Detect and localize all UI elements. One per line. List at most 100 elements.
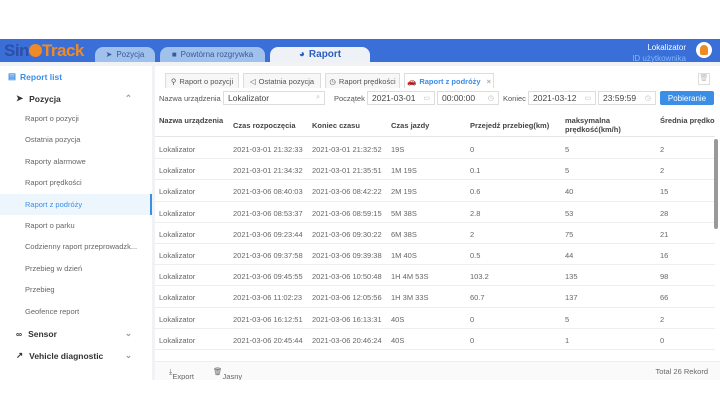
table-footer: ⤓ Export 🗑 Jasny Total 26 Rekord	[155, 361, 720, 380]
table-cell: 2M 19S	[391, 187, 417, 197]
sidebar-group-vehicle[interactable]: ↗ Vehicle diagnostic ⌄	[0, 345, 152, 366]
app: Sin Track ➤ Pozycja ■ Powtórna rozgrywka ◕ R…	[0, 39, 720, 380]
table-cell: 2021-03-06 12:05:56	[312, 293, 382, 303]
end-date-input[interactable]: 2021-03-12 ▭	[528, 91, 596, 105]
table-header: Nazwa urządzenia Czas rozpoczęcia Koniec…	[155, 109, 715, 137]
table-cell: 6M 38S	[391, 229, 417, 239]
sidebar-item[interactable]: Raport prędkości	[0, 172, 152, 193]
table-cell: 16	[660, 251, 669, 260]
table-cell: 75	[565, 229, 574, 239]
trash-icon[interactable]: 🗑	[698, 73, 710, 85]
table-cell: 5	[565, 166, 570, 176]
sidebar-item[interactable]: Codzienny raport przeprowadzk...	[0, 236, 152, 257]
table-cell: 2021-03-06 10:50:48	[312, 272, 382, 282]
navigation-icon: ◁	[249, 76, 256, 86]
close-icon[interactable]: ×	[487, 77, 491, 86]
sidebar-group-pozycja[interactable]: ➤ Pozycja ⌃	[0, 88, 152, 109]
table-cell: 2021-03-06 16:12:51	[233, 314, 303, 324]
sidebar-group-sensor[interactable]: ∞ Sensor ⌄	[0, 323, 152, 344]
table-row[interactable]: Lokalizator 2021-03-06 08:53:37 2021-03-06…	[155, 202, 715, 223]
col-header[interactable]: maksymalna prędkość(km/h)	[565, 116, 657, 134]
start-date-input[interactable]: 2021-03-01 ▭	[367, 91, 435, 105]
sidebar-item[interactable]: Raporty alarmowe	[0, 151, 152, 172]
clock-icon: ◷	[487, 95, 494, 102]
table-cell: 15	[660, 187, 669, 197]
report-panel: ⚲ Raport o pozycji ◁ Ostatnia pozycja ◷ Rap…	[155, 66, 720, 380]
link-icon: ∞	[16, 328, 23, 339]
report-tab[interactable]: ⚲ Raport o pozycji	[165, 73, 239, 88]
table-row[interactable]: Lokalizator 2021-03-06 09:45:55 2021-03-06…	[155, 265, 715, 287]
video-icon: ■	[171, 50, 177, 59]
table-cell: Lokalizator	[159, 314, 196, 324]
table-row[interactable]: Lokalizator 2021-03-06 09:37:58 2021-03-06…	[155, 244, 715, 266]
col-header[interactable]: Koniec czasu	[312, 121, 360, 130]
table-cell: 1H 3M 33S	[391, 293, 429, 303]
export-button[interactable]: ⤓ Export	[169, 367, 194, 380]
table-cell: 2021-03-06 16:13:31	[312, 314, 382, 324]
end-time-input[interactable]: 23:59:59 ◷	[598, 91, 656, 105]
tab-raport[interactable]: ◕ Raport	[270, 47, 370, 62]
table-cell: 2021-03-06 09:30:22	[312, 229, 382, 239]
car-icon: 🚗	[407, 76, 417, 86]
clear-button[interactable]: 🗑 Jasny	[213, 367, 242, 380]
table-cell: 28	[660, 208, 669, 218]
top-bar: Sin Track ➤ Pozycja ■ Powtórna rozgrywka ◕ R…	[0, 39, 720, 64]
table-cell: 2021-03-06 09:39:38	[312, 251, 382, 260]
avatar[interactable]	[696, 42, 712, 58]
tab-pozycja[interactable]: ➤ Pozycja	[95, 47, 155, 62]
sidebar-item[interactable]: Geofence report	[0, 301, 152, 322]
col-header[interactable]: Przejedź przebieg(km)	[470, 121, 549, 130]
table-cell: 1M 19S	[391, 166, 417, 176]
table-row[interactable]: Lokalizator 2021-03-01 21:34:32 2021-03-01…	[155, 159, 715, 181]
device-input[interactable]: Lokalizator ⌕	[223, 91, 325, 105]
table-cell: 103.2	[470, 272, 489, 282]
send-icon: ➤	[105, 50, 113, 59]
table-row[interactable]: Lokalizator 2021-03-06 20:45:44 2021-03-06…	[155, 329, 715, 350]
table-cell: 137	[565, 293, 578, 303]
report-tab-active[interactable]: 🚗 Raport z podróży ×	[404, 73, 494, 88]
sidebar-item[interactable]: Raport o pozycji	[0, 108, 152, 129]
table-cell: 2021-03-06 08:53:37	[233, 208, 303, 218]
user-info[interactable]: Lokalizator ID użytkownika	[632, 42, 686, 64]
sidebar-item-active[interactable]: Raport z podróży	[0, 194, 152, 215]
sidebar-item[interactable]: Raport o parku	[0, 215, 152, 236]
table-cell: 2021-03-01 21:35:51	[312, 166, 382, 176]
table-cell: 2021-03-06 09:37:58	[233, 251, 303, 260]
clock-icon: ◷	[329, 76, 336, 86]
sidebar-item[interactable]: Przebieg w dzień	[0, 258, 152, 279]
report-tab[interactable]: ◁ Ostatnia pozycja	[243, 73, 321, 88]
table-row[interactable]: Lokalizator 2021-03-06 09:23:44 2021-03-06…	[155, 223, 715, 244]
col-header[interactable]: Nazwa urządzenia	[159, 116, 229, 125]
table-cell: 0.1	[470, 166, 481, 176]
download-button[interactable]: Pobieranie	[660, 91, 714, 105]
vertical-scrollbar[interactable]	[714, 139, 718, 229]
pin-icon: ⚲	[170, 76, 177, 86]
start-time-input[interactable]: 00:00:00 ◷	[437, 91, 499, 105]
chevron-down-icon: ⌄	[124, 328, 132, 338]
col-header[interactable]: Średnia prędkość	[660, 116, 715, 125]
report-tab[interactable]: ◷ Raport prędkości	[325, 73, 400, 88]
col-header[interactable]: Czas rozpoczęcia	[233, 121, 296, 130]
list-icon: ▤	[8, 71, 17, 81]
table-row[interactable]: Lokalizator 2021-03-06 08:40:03 2021-03-06…	[155, 180, 715, 202]
table-cell: 2021-03-06 08:40:03	[233, 187, 303, 197]
table-cell: Lokalizator	[159, 335, 196, 345]
chevron-down-icon: ⌄	[124, 350, 132, 360]
tab-replay[interactable]: ■ Powtórna rozgrywka	[160, 47, 265, 62]
table-cell: 2021-03-06 08:59:15	[312, 208, 382, 218]
table-cell: 2021-03-01 21:34:32	[233, 166, 303, 176]
table-cell: 2021-03-06 09:23:44	[233, 229, 303, 239]
table-row[interactable]: Lokalizator 2021-03-06 11:02:23 2021-03-06…	[155, 286, 715, 308]
table-cell: 44	[565, 251, 574, 260]
table-cell: Lokalizator	[159, 229, 196, 239]
clock-icon: ◷	[644, 95, 651, 102]
table-row[interactable]: Lokalizator 2021-03-01 21:32:33 2021-03-01…	[155, 138, 715, 160]
sidebar-item[interactable]: Przebieg	[0, 279, 152, 300]
col-header[interactable]: Czas jazdy	[391, 121, 429, 130]
table-row[interactable]: Lokalizator 2021-03-06 16:12:51 2021-03-06…	[155, 308, 715, 329]
table-cell: 0.6	[470, 187, 481, 197]
table-cell: 5	[565, 314, 570, 324]
table-cell: 2	[660, 314, 665, 324]
sidebar-item[interactable]: Ostatnia pozycja	[0, 129, 152, 150]
table-cell: 0.5	[470, 251, 481, 260]
